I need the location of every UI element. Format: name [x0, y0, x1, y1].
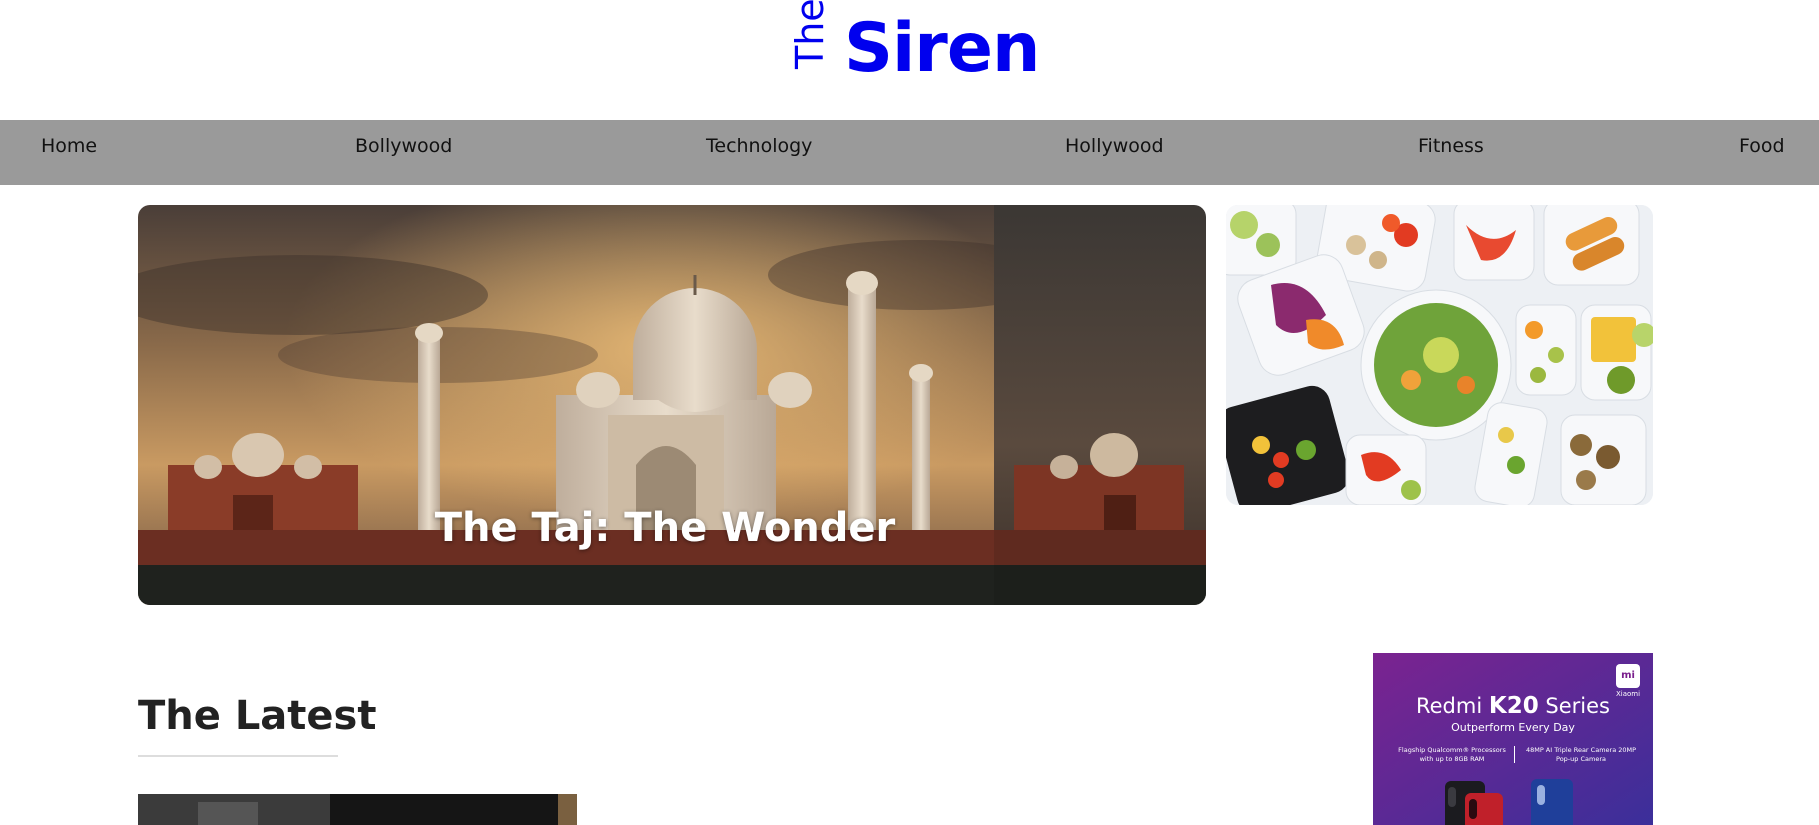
- ad-brand-model: K20: [1488, 693, 1539, 719]
- nav-item-home[interactable]: Home: [41, 120, 97, 185]
- latest-thumbnail-image: [138, 794, 577, 825]
- hero-feature[interactable]: The Taj: The Wonder: [138, 205, 1206, 605]
- mi-logo: mi: [1616, 664, 1640, 688]
- latest-heading: The Latest: [138, 693, 377, 739]
- ad-feature-divider: [1514, 746, 1515, 763]
- ad-brand-suffix: Series: [1545, 694, 1610, 718]
- ad-feature-camera: 48MP AI Triple Rear Camera 20MP Pop-up C…: [1525, 746, 1637, 763]
- main-nav: Home Bollywood Technology Hollywood Fitn…: [0, 120, 1819, 185]
- latest-divider: [138, 755, 338, 757]
- ad-brand-prefix: Redmi: [1415, 694, 1483, 718]
- nav-item-hollywood[interactable]: Hollywood: [1065, 120, 1164, 185]
- hero-title: The Taj: The Wonder: [434, 505, 896, 551]
- ad-feature-processor: Flagship Qualcomm® Processors with up to…: [1398, 746, 1506, 763]
- site-logo[interactable]: The Siren: [788, 0, 1040, 90]
- nav-item-bollywood[interactable]: Bollywood: [355, 120, 452, 185]
- logo-prefix: The: [788, 0, 832, 69]
- advertisement-banner[interactable]: mi Xiaomi Redmi K20 Series Outperform Ev…: [1373, 653, 1653, 825]
- nav-item-technology[interactable]: Technology: [706, 120, 812, 185]
- side-feature[interactable]: [1226, 205, 1653, 505]
- ad-background: [1373, 653, 1653, 825]
- ad-tagline: Outperform Every Day: [1451, 721, 1575, 734]
- nav-item-food[interactable]: Food: [1739, 120, 1785, 185]
- latest-article-thumbnail[interactable]: [138, 794, 577, 825]
- logo-name: Siren: [844, 9, 1040, 88]
- site-header: The Siren: [0, 0, 1819, 120]
- food-image: [1226, 205, 1653, 505]
- ad-headline: Redmi K20 Series: [1373, 693, 1653, 719]
- nav-item-fitness[interactable]: Fitness: [1418, 120, 1484, 185]
